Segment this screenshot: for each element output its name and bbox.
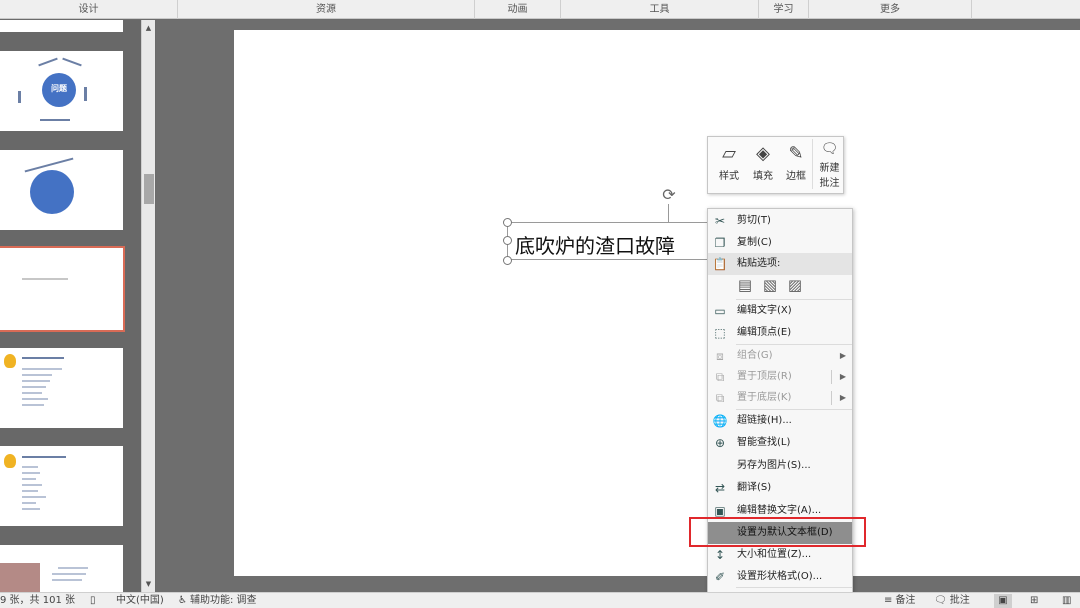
style-button[interactable]: ▱ 样式 — [712, 141, 746, 182]
ribbon-group-more[interactable]: 更多 — [809, 0, 972, 19]
slide-canvas[interactable] — [234, 30, 1080, 576]
submenu-arrow-icon: ▶ — [839, 393, 846, 402]
rotate-connector — [668, 204, 669, 222]
paste-keep-source-formatting-icon[interactable]: ▧ — [760, 275, 780, 295]
menu-item-copy[interactable]: ❐ 复制(C) — [708, 232, 852, 254]
menu-item-size-and-position[interactable]: ↕ 大小和位置(Z)... — [708, 544, 852, 566]
resize-handle-top-left[interactable] — [503, 218, 512, 227]
menu-header-paste-options: 📋 粘贴选项: — [708, 253, 852, 275]
reading-view-icon[interactable]: ▥ — [1062, 594, 1071, 608]
format-shape-icon: ✐ — [714, 570, 726, 584]
scroll-down-icon[interactable]: ▼ — [142, 578, 155, 591]
ribbon-group-labels: 设计 资源 动画 工具 学习 更多 — [0, 0, 1080, 19]
scroll-up-icon[interactable]: ▲ — [142, 22, 155, 35]
size-position-icon: ↕ — [714, 548, 726, 562]
menu-item-group[interactable]: ⧈ 组合(G) ▶ — [708, 345, 852, 367]
thumbnail-center-label: 问题 — [51, 84, 67, 93]
language-indicator[interactable]: 中文(中国) — [116, 594, 164, 608]
mini-toolbar: ▱ 样式 ◈ 填充 ✎ 边框 🗨 新建 批注 — [707, 136, 844, 194]
resize-handle-bottom-left[interactable] — [503, 256, 512, 265]
menu-item-cut[interactable]: ✂ 剪切(T) — [708, 210, 852, 232]
border-label: 边框 — [786, 171, 806, 182]
style-label: 样式 — [719, 171, 739, 182]
slide-thumbnail-pane[interactable]: 问题 — [0, 20, 141, 592]
pen-outline-icon: ✎ — [788, 143, 804, 164]
slide-thumbnail[interactable] — [0, 446, 123, 526]
comments-button[interactable]: 🗨 批注 — [934, 594, 970, 608]
new-comment-label-line1: 新建 — [819, 163, 840, 174]
ribbon-group-tools[interactable]: 工具 — [561, 0, 759, 19]
scrollbar-thumb[interactable] — [144, 174, 154, 204]
ribbon-group-animation[interactable]: 动画 — [475, 0, 561, 19]
ribbon-group-design[interactable]: 设计 — [0, 0, 178, 19]
fill-label: 填充 — [753, 171, 773, 182]
comments-icon: 🗨 — [934, 595, 947, 606]
submenu-arrow-icon: ▶ — [839, 351, 846, 360]
paste-as-picture-icon[interactable]: ▨ — [785, 275, 805, 295]
edit-text-icon: ▭ — [714, 304, 726, 318]
notes-icon: ≡ — [884, 595, 893, 606]
thumbnail-scrollbar[interactable]: ▲ ▼ — [141, 20, 155, 592]
translate-icon: ⇄ — [714, 481, 726, 495]
slide-thumbnail-selected[interactable] — [0, 246, 125, 332]
clipboard-icon: 📋 — [712, 257, 728, 271]
edit-points-icon: ⬚ — [714, 326, 726, 340]
new-comment-label-line2: 批注 — [819, 178, 840, 189]
scissors-icon: ✂ — [714, 214, 726, 228]
globe-link-icon: 🌐 — [712, 414, 728, 428]
menu-item-hyperlink[interactable]: 🌐 超链接(H)... — [708, 410, 852, 432]
submenu-arrow-icon: ▶ — [839, 372, 846, 381]
highlight-annotation-box — [689, 517, 866, 547]
accessibility-icon: ♿ — [178, 595, 187, 606]
notes-button[interactable]: ≡ 备注 — [884, 594, 915, 608]
menu-item-send-to-back[interactable]: ⧉ 置于底层(K) ▶ — [708, 387, 852, 409]
accessibility-indicator[interactable]: ♿ 辅助功能: 调查 — [178, 594, 257, 608]
text-box-content[interactable]: 底吹炉的渣口故障 — [515, 230, 675, 259]
menu-item-translate[interactable]: ⇄ 翻译(S) — [708, 477, 852, 499]
slide-thumbnail[interactable] — [0, 348, 123, 428]
border-button[interactable]: ✎ 边框 — [779, 141, 813, 182]
selected-text-box[interactable]: 底吹炉的渣口故障 — [507, 222, 722, 260]
smart-lookup-icon: ⊕ — [714, 436, 726, 450]
new-comment-button[interactable]: 🗨 新建 批注 — [812, 139, 846, 189]
group-icon: ⧈ — [716, 349, 724, 363]
slide-thumbnail[interactable]: 问题 — [0, 51, 123, 131]
paste-use-destination-theme-icon[interactable]: ▤ — [735, 275, 755, 295]
ribbon-group-resources[interactable]: 资源 — [178, 0, 475, 19]
status-bar: 9 张，共 101 张 ▯ 中文(中国) ♿ 辅助功能: 调查 ≡ 备注 🗨 批注 ▣… — [0, 592, 1080, 608]
resize-handle-left[interactable] — [503, 236, 512, 245]
comment-add-icon: 🗨 — [820, 141, 839, 157]
context-menu: ✂ 剪切(T) ❐ 复制(C) 📋 粘贴选项: ▤ ▧ ▨ ▭ 编辑文字(X) … — [707, 208, 853, 608]
normal-view-icon[interactable]: ▣ — [994, 594, 1012, 608]
ribbon-group-learn[interactable]: 学习 — [759, 0, 809, 19]
fill-button[interactable]: ◈ 填充 — [746, 141, 780, 182]
rotate-handle-icon[interactable]: ⟳ — [659, 185, 679, 205]
menu-item-edit-points[interactable]: ⬚ 编辑顶点(E) — [708, 322, 852, 344]
menu-item-edit-text[interactable]: ▭ 编辑文字(X) — [708, 300, 852, 322]
slide-thumbnail[interactable] — [0, 150, 123, 230]
bring-to-front-icon: ⧉ — [715, 370, 725, 384]
menu-item-format-shape[interactable]: ✐ 设置形状格式(O)... — [708, 566, 852, 588]
menu-item-bring-to-front[interactable]: ⧉ 置于顶层(R) ▶ — [708, 366, 852, 388]
copy-icon: ❐ — [714, 236, 726, 250]
paint-bucket-icon: ◈ — [756, 143, 770, 164]
shape-style-icon: ▱ — [722, 143, 736, 164]
slide-sorter-view-icon[interactable]: ⊞ — [1030, 594, 1038, 608]
menu-item-save-as-picture[interactable]: 另存为图片(S)... — [708, 455, 852, 477]
slide-thumbnail[interactable] — [0, 545, 123, 592]
spellcheck-icon[interactable]: ▯ — [90, 594, 96, 608]
menu-item-smart-lookup[interactable]: ⊕ 智能查找(L) — [708, 432, 852, 454]
slide-thumbnail[interactable] — [0, 20, 123, 32]
send-to-back-icon: ⧉ — [715, 391, 725, 405]
slide-count[interactable]: 9 张，共 101 张 — [0, 594, 75, 608]
